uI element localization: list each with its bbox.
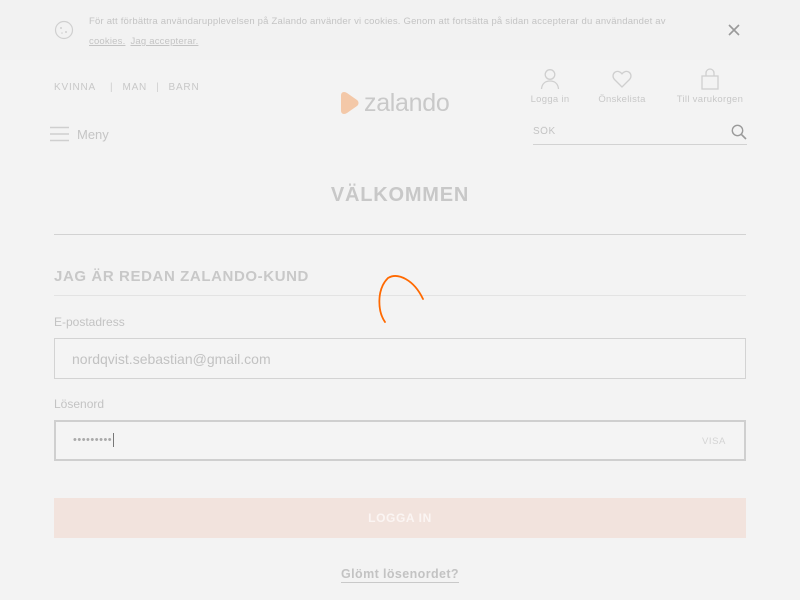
- search-icon[interactable]: [731, 124, 747, 140]
- divider: [54, 234, 746, 235]
- forgot-password-row: Glömt lösenordet?: [0, 567, 800, 583]
- password-mask: •••••••••: [73, 433, 113, 446]
- email-label: E-postadress: [54, 315, 125, 329]
- forgot-password-link[interactable]: Glömt lösenordet?: [341, 567, 459, 583]
- show-password-button[interactable]: VISA: [702, 436, 726, 447]
- text-caret: [113, 433, 115, 447]
- nav-kvinna[interactable]: KVINNA: [54, 82, 96, 93]
- cookie-icon: [54, 20, 74, 40]
- zalando-logo[interactable]: zalando: [340, 88, 450, 117]
- nav-man[interactable]: MAN: [122, 82, 147, 93]
- password-label: Lösenord: [54, 397, 105, 411]
- user-icon: [540, 69, 560, 90]
- cart-label: Till varukorgen: [676, 94, 744, 105]
- logo-text: zalando: [364, 88, 450, 117]
- nav-barn[interactable]: BARN: [168, 82, 199, 93]
- email-field-box: [54, 338, 746, 379]
- search-bar: [533, 122, 747, 145]
- page-title: VÄLKOMMEN: [330, 184, 470, 206]
- wishlist-link[interactable]: Önskelista: [597, 68, 647, 105]
- menu-label: Meny: [77, 126, 109, 142]
- search-input[interactable]: [533, 126, 713, 137]
- menu-button[interactable]: Meny: [50, 126, 109, 142]
- loading-spinner-icon: [378, 275, 424, 323]
- cart-link[interactable]: Till varukorgen: [673, 68, 747, 105]
- heart-icon: [612, 70, 632, 88]
- hamburger-icon: [50, 126, 69, 142]
- nav-separator: |: [156, 82, 160, 93]
- login-button[interactable]: LOGGA IN: [54, 498, 746, 538]
- cookie-banner: För att förbättra användarupplevelsen på…: [0, 0, 800, 60]
- login-link[interactable]: Logga in: [529, 68, 571, 105]
- password-field[interactable]: ••••••••• VISA: [54, 420, 746, 461]
- email-field[interactable]: [72, 339, 672, 378]
- zalando-logo-icon: [341, 92, 359, 114]
- accept-cookies-link[interactable]: Jag accepterar.: [130, 36, 198, 47]
- login-page: För att förbättra användarupplevelsen på…: [0, 0, 800, 600]
- section-title: JAG ÄR REDAN ZALANDO-KUND: [54, 268, 309, 285]
- site-header: KVINNA | MAN | BARN zalando Logga in Öns…: [0, 60, 800, 160]
- wishlist-label: Önskelista: [598, 94, 646, 105]
- cookie-text: För att förbättra användarupplevelsen på…: [89, 16, 666, 27]
- cookie-message: För att förbättra användarupplevelsen på…: [89, 12, 689, 52]
- close-icon[interactable]: [726, 22, 742, 38]
- password-value: •••••••••: [73, 433, 115, 447]
- cookies-link[interactable]: cookies.: [89, 36, 125, 47]
- shopping-bag-icon: [701, 68, 719, 90]
- nav-separator: |: [110, 82, 114, 93]
- login-label: Logga in: [530, 94, 570, 105]
- gender-nav: KVINNA | MAN | BARN: [54, 82, 199, 93]
